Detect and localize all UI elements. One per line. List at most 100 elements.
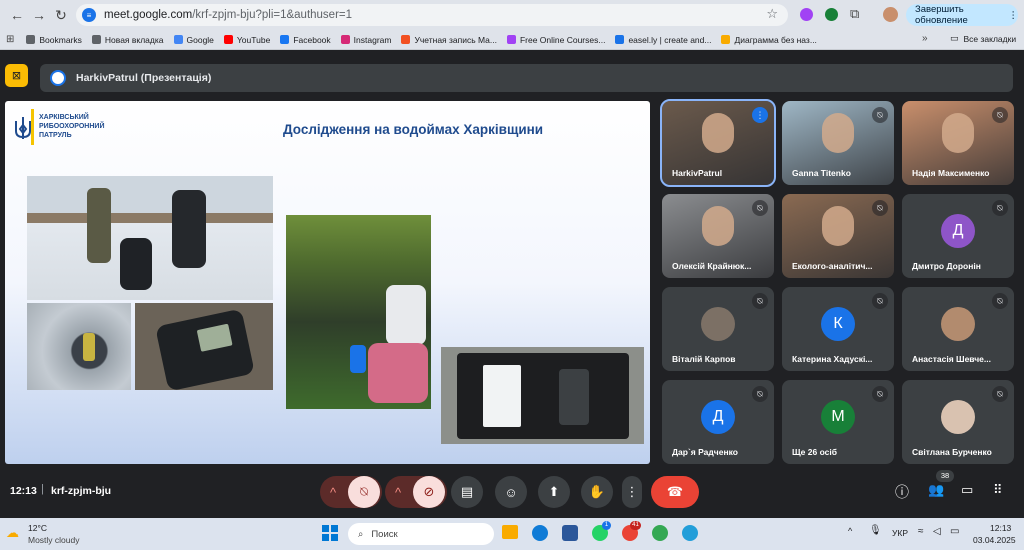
participant-tile[interactable]: ⍉ Анастасія Шевче...: [902, 287, 1014, 371]
participant-tile[interactable]: Д ⍉ Дар`я Радченко: [662, 380, 774, 464]
telegram-icon[interactable]: [682, 525, 698, 541]
people-icon[interactable]: 👥: [928, 482, 944, 498]
back-arrow-icon[interactable]: ←: [6, 4, 28, 26]
volume-icon[interactable]: ◁: [933, 526, 941, 537]
participant-avatar: Д: [941, 214, 975, 248]
address-bar[interactable]: ≡ meet.google.com/krf-zpjm-bju?pli=1&aut…: [76, 4, 788, 26]
participant-tile[interactable]: ⍉ Віталій Карпов: [662, 287, 774, 371]
emoji-icon: ☺: [504, 484, 518, 500]
taskbar-search[interactable]: ⌕ Поиск: [348, 523, 494, 545]
all-bookmarks-folder[interactable]: ▭ Все закладки: [950, 33, 1016, 44]
more-options-button[interactable]: ⋮: [622, 476, 642, 508]
participant-name: Дмитро Доронін: [912, 261, 981, 271]
audio-options-chevron-icon[interactable]: ^: [330, 485, 336, 500]
bookmark-item[interactable]: Instagram: [340, 35, 391, 45]
participant-tile[interactable]: ⋮ HarkivPatrul: [660, 99, 776, 187]
video-controls: ^ ⊘: [385, 476, 447, 508]
camera-off-button[interactable]: ⊘: [413, 476, 445, 508]
person-figure: [368, 343, 428, 403]
wifi-icon[interactable]: ≈: [918, 526, 924, 537]
person-figure: [120, 238, 152, 290]
update-browser-button[interactable]: Завершить обновление ⋮: [906, 4, 1018, 26]
participant-tile[interactable]: Д ⍉ Дмитро Доронін: [902, 194, 1014, 278]
participant-tile[interactable]: М ⍉ Ще 26 осіб: [782, 380, 894, 464]
video-options-chevron-icon[interactable]: ^: [395, 485, 401, 500]
mic-off-button[interactable]: ⍉: [348, 476, 380, 508]
weather-icon[interactable]: ☁: [6, 525, 19, 541]
google-icon: [173, 35, 183, 44]
clock-date[interactable]: 03.04.2025: [973, 535, 1016, 545]
meter-device: [350, 345, 366, 373]
participant-tile[interactable]: ⍉ Ganna Titenko: [782, 101, 894, 185]
participant-tile[interactable]: К ⍉ Катерина Хадускі...: [782, 287, 894, 371]
presentation-banner[interactable]: HarkivPatrul (Презентація): [40, 64, 1013, 92]
bookmark-item[interactable]: Bookmarks: [26, 35, 82, 45]
url-host: meet.google.com: [104, 9, 193, 21]
slide-title: Дослідження на водоймах Харківщини: [283, 122, 544, 137]
store-icon[interactable]: [562, 525, 578, 541]
site-info-icon[interactable]: ≡: [82, 8, 96, 22]
instagram-icon: [340, 35, 350, 44]
bookmark-item[interactable]: Диаграмма без наз...: [721, 35, 817, 45]
weather-desc: Mostly cloudy: [28, 535, 80, 545]
mic-off-icon: ⍉: [752, 293, 768, 309]
participant-avatar: [941, 307, 975, 341]
reload-icon[interactable]: ↻: [50, 4, 72, 26]
language-indicator[interactable]: УКР: [892, 528, 908, 538]
participant-tile[interactable]: ⍉ Світлана Бурченко: [902, 380, 1014, 464]
bookmark-label: Bookmarks: [39, 34, 82, 45]
star-icon: [26, 35, 36, 44]
mic-tray-icon[interactable]: 🎙: [869, 525, 882, 536]
puzzle-extensions-icon[interactable]: ⧉: [850, 6, 859, 22]
bookmark-item[interactable]: Учетная запись Ma...: [401, 35, 497, 45]
raise-hand-button[interactable]: ✋: [581, 476, 613, 508]
participant-avatar: [941, 400, 975, 434]
bookmark-item[interactable]: Facebook: [280, 35, 331, 45]
meeting-info-icon[interactable]: ⓘ: [895, 482, 909, 502]
more-bookmarks-icon[interactable]: »: [922, 33, 928, 44]
bookmark-item[interactable]: Free Online Courses...: [506, 35, 605, 45]
file-explorer-icon[interactable]: [502, 525, 518, 539]
presentation-icon[interactable]: ⊠: [5, 64, 28, 87]
present-screen-button[interactable]: ⬆: [538, 476, 570, 508]
profile-avatar[interactable]: [883, 7, 898, 22]
probe-shape: [83, 333, 95, 361]
leave-call-button[interactable]: ☎: [651, 476, 699, 508]
apps-grid-icon[interactable]: ⊞: [6, 34, 14, 45]
bookmark-item[interactable]: easel.ly | create and...: [615, 35, 711, 45]
battery-icon[interactable]: ▭: [950, 526, 959, 537]
activities-icon[interactable]: ⠿: [993, 482, 1003, 498]
facebook-icon: [280, 35, 290, 44]
person-figure: [386, 285, 426, 345]
participant-tile[interactable]: ⍉ Олексій Крайнюк...: [662, 194, 774, 278]
grammarly-icon[interactable]: [825, 8, 838, 21]
captions-button[interactable]: ▤: [451, 476, 483, 508]
mic-off-icon: ⍉: [872, 107, 888, 123]
windows-start-icon[interactable]: [322, 525, 338, 541]
reactions-button[interactable]: ☺: [495, 476, 527, 508]
chat-icon[interactable]: ▭: [961, 482, 973, 498]
photo-equipment-case: [441, 347, 644, 444]
forward-arrow-icon[interactable]: →: [28, 4, 50, 26]
participant-name: Анастасія Шевче...: [912, 354, 991, 364]
bookmark-item[interactable]: YouTube: [223, 35, 270, 45]
all-bookmarks-label: Все закладки: [963, 33, 1017, 44]
participant-name: Дар`я Радченко: [672, 447, 738, 457]
photo-ice-inspection: [27, 176, 273, 300]
present-icon: ⬆: [548, 484, 560, 499]
search-placeholder: Поиск: [371, 528, 398, 540]
microsoft-icon: [401, 35, 411, 44]
bookmark-item[interactable]: Новая вкладка: [91, 35, 164, 45]
extension-icon[interactable]: [800, 8, 813, 21]
participant-tile[interactable]: ⍉ Еколого-аналітич...: [782, 194, 894, 278]
person-figure: [172, 190, 206, 268]
bookmark-item[interactable]: Google: [173, 35, 214, 45]
participant-tile[interactable]: ⍉ Надія Максименко: [902, 101, 1014, 185]
bookmark-star-icon[interactable]: ☆: [766, 6, 778, 22]
chrome-icon[interactable]: [652, 525, 668, 541]
mic-off-icon: ⍉: [992, 200, 1008, 216]
easelly-icon: [615, 35, 625, 44]
tray-chevron-icon[interactable]: ^: [848, 526, 852, 536]
clock-time[interactable]: 12:13: [990, 523, 1011, 533]
edge-icon[interactable]: [532, 525, 548, 541]
